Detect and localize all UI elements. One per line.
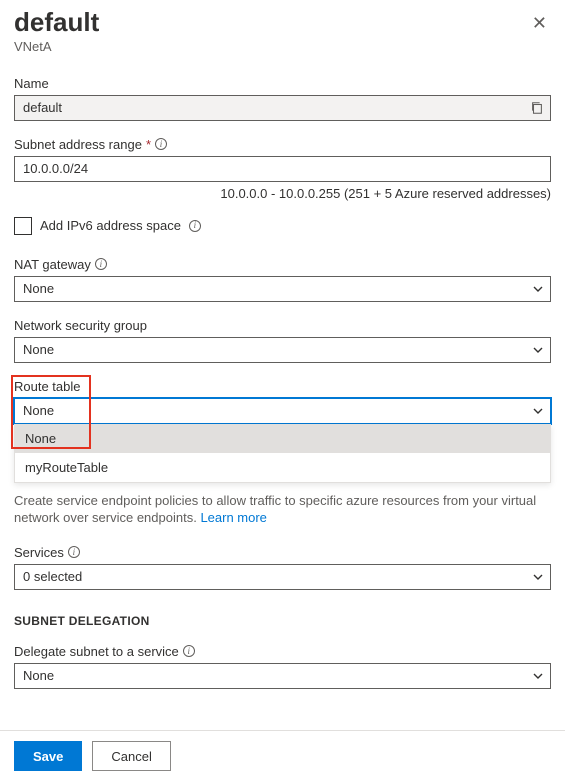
services-value: 0 selected [23, 569, 82, 584]
save-button[interactable]: Save [14, 741, 82, 771]
nat-gateway-value: None [23, 281, 54, 296]
delegate-value: None [23, 668, 54, 683]
name-field[interactable]: default [14, 95, 551, 121]
info-icon[interactable]: i [95, 258, 107, 270]
route-table-label: Route table [14, 379, 81, 394]
info-icon[interactable]: i [68, 546, 80, 558]
panel-subtitle: VNetA [14, 39, 99, 54]
chevron-down-icon [532, 405, 544, 417]
add-ipv6-checkbox[interactable] [14, 217, 32, 235]
panel-title: default [14, 8, 99, 37]
required-indicator: * [146, 137, 151, 152]
chevron-down-icon [532, 283, 544, 295]
route-table-dropdown: None myRouteTable [14, 424, 551, 483]
delegate-label: Delegate subnet to a service [14, 644, 179, 659]
cancel-button[interactable]: Cancel [92, 741, 170, 771]
name-label: Name [14, 76, 49, 91]
nat-gateway-select[interactable]: None [14, 276, 551, 302]
panel-footer: Save Cancel [0, 730, 565, 781]
chevron-down-icon [532, 670, 544, 682]
route-table-select[interactable]: None [14, 398, 551, 424]
service-endpoints-description: Create service endpoint policies to allo… [14, 492, 551, 527]
info-icon[interactable]: i [183, 645, 195, 657]
info-icon[interactable]: i [189, 220, 201, 232]
close-icon[interactable]: ✕ [528, 12, 551, 34]
subnet-delegation-heading: SUBNET DELEGATION [14, 614, 551, 628]
subnet-range-label: Subnet address range [14, 137, 142, 152]
delegate-select[interactable]: None [14, 663, 551, 689]
add-ipv6-label: Add IPv6 address space [40, 218, 181, 233]
nsg-value: None [23, 342, 54, 357]
route-table-option-none[interactable]: None [15, 424, 550, 453]
learn-more-link[interactable]: Learn more [200, 510, 266, 525]
subnet-range-field[interactable] [14, 156, 551, 182]
copy-icon[interactable] [530, 101, 544, 115]
subnet-range-helper: 10.0.0.0 - 10.0.0.255 (251 + 5 Azure res… [14, 186, 551, 201]
route-table-value: None [23, 403, 54, 418]
services-label: Services [14, 545, 64, 560]
name-value: default [23, 100, 62, 115]
nsg-label: Network security group [14, 318, 147, 333]
nat-gateway-label: NAT gateway [14, 257, 91, 272]
chevron-down-icon [532, 344, 544, 356]
info-icon[interactable]: i [155, 138, 167, 150]
chevron-down-icon [532, 571, 544, 583]
nsg-select[interactable]: None [14, 337, 551, 363]
route-table-option-myroutetable[interactable]: myRouteTable [15, 453, 550, 482]
services-select[interactable]: 0 selected [14, 564, 551, 590]
